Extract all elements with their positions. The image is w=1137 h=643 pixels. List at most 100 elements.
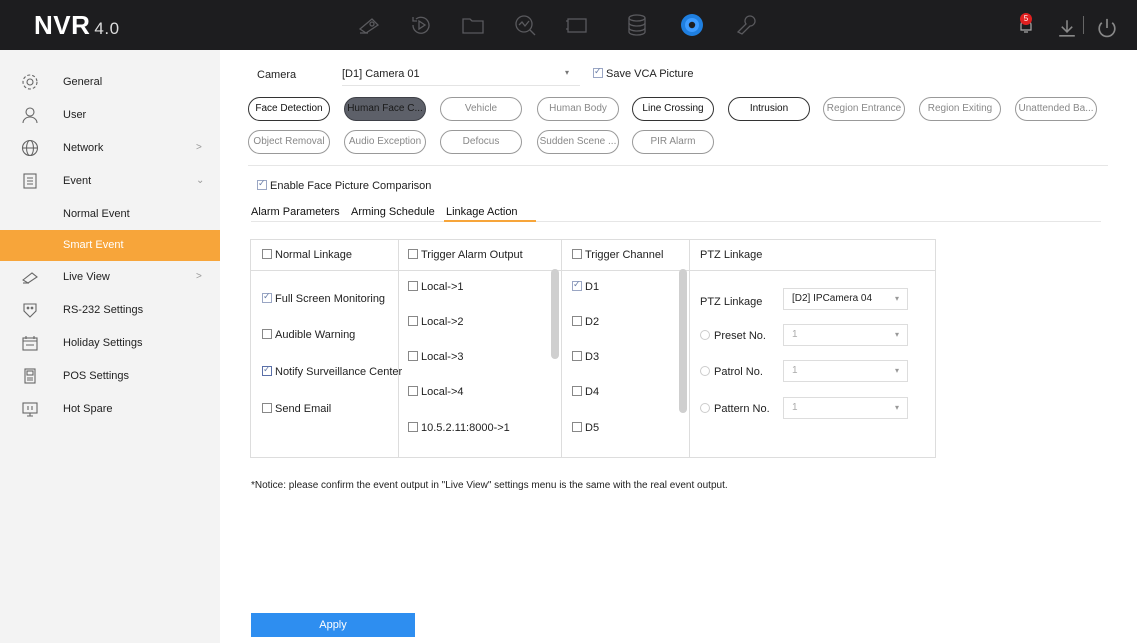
sidebar-item-general[interactable]: General [0, 66, 220, 99]
sidebar-item-smart-event[interactable]: Smart Event [0, 230, 220, 261]
pill-intrusion[interactable]: Intrusion [728, 97, 810, 121]
app-logo: NVR 4.0 [34, 10, 120, 40]
pill-unattended-baggage[interactable]: Unattended Ba... [1015, 97, 1097, 121]
checkbox-icon [593, 66, 603, 78]
trigger-channel-header[interactable]: Trigger Channel [572, 249, 663, 261]
pill-pir-alarm[interactable]: PIR Alarm [632, 130, 714, 154]
live-view-icon [21, 268, 39, 286]
trigger-alarm-output-header[interactable]: Trigger Alarm Output [408, 249, 523, 261]
tab-linkage-action[interactable]: Linkage Action [446, 206, 518, 218]
channel-d1-checkbox[interactable]: D1 [572, 279, 599, 293]
radio-icon [700, 403, 710, 413]
download-icon[interactable] [1054, 15, 1075, 37]
file-icon[interactable] [460, 12, 486, 38]
pill-face-detection[interactable]: Face Detection [248, 97, 330, 121]
power-icon[interactable] [1094, 15, 1116, 38]
trigger-channel-column: Trigger Channel D1 D2 D3 D4 D5 [562, 240, 690, 457]
pill-sudden-scene-change[interactable]: Sudden Scene ... [537, 130, 619, 154]
sidebar-item-live-view[interactable]: Live View > [0, 261, 220, 294]
checkbox-icon [262, 249, 272, 259]
ptz-linkage-value: [D2] IPCamera 04 [792, 293, 873, 304]
notice-text: *Notice: please confirm the event output… [251, 480, 728, 491]
pill-human-face-capture[interactable]: Human Face C... [344, 97, 426, 121]
enable-face-comparison-label: Enable Face Picture Comparison [270, 180, 432, 192]
column-header: Trigger Channel [562, 240, 689, 271]
network-icon [21, 139, 39, 157]
full-screen-monitoring-checkbox[interactable]: Full Screen Monitoring [262, 291, 385, 305]
notify-surveillance-center-checkbox[interactable]: Notify Surveillance Center [262, 364, 402, 378]
playback-icon[interactable] [408, 12, 434, 38]
pill-vehicle[interactable]: Vehicle [440, 97, 522, 121]
live-view-icon[interactable] [356, 12, 382, 38]
alarm-output-local-2[interactable]: Local->2 [408, 316, 464, 328]
section-divider [248, 165, 1108, 166]
rs232-icon [21, 301, 39, 319]
preset-select[interactable]: 1 ▾ [783, 324, 908, 346]
send-email-checkbox[interactable]: Send Email [262, 403, 331, 415]
alarm-output-scrollbar[interactable] [551, 269, 559, 359]
audible-warning-checkbox[interactable]: Audible Warning [262, 329, 355, 341]
sidebar-item-rs232-settings[interactable]: RS-232 Settings [0, 294, 220, 327]
save-vca-checkbox[interactable]: Save VCA Picture [593, 66, 693, 80]
pill-human-body[interactable]: Human Body [537, 97, 619, 121]
topbar-divider [1083, 16, 1084, 34]
sidebar-item-label: General [63, 76, 103, 88]
enable-face-comparison-checkbox[interactable]: Enable Face Picture Comparison [257, 178, 432, 192]
pill-region-exiting[interactable]: Region Exiting [919, 97, 1001, 121]
smart-analysis-icon[interactable] [512, 12, 538, 38]
camera-select[interactable]: [D1] Camera 01 ▾ [342, 62, 580, 86]
column-header: Trigger Alarm Output [399, 240, 561, 271]
apply-button[interactable]: Apply [251, 613, 415, 637]
channel-d5-checkbox[interactable]: D5 [572, 422, 599, 434]
checkbox-icon [408, 422, 418, 432]
pill-line-crossing[interactable]: Line Crossing [632, 97, 714, 121]
pattern-select[interactable]: 1 ▾ [783, 397, 908, 419]
channel-scrollbar[interactable] [679, 269, 687, 413]
sidebar-item-normal-event[interactable]: Normal Event [0, 198, 220, 231]
alarm-output-local-1[interactable]: Local->1 [408, 281, 464, 293]
checkbox-icon [572, 351, 582, 361]
pill-object-removal[interactable]: Object Removal [248, 130, 330, 154]
alarm-output-local-4[interactable]: Local->4 [408, 386, 464, 398]
camera-label: Camera [257, 69, 297, 81]
checkbox-icon [408, 281, 418, 291]
channel-d4-checkbox[interactable]: D4 [572, 386, 599, 398]
pill-defocus[interactable]: Defocus [440, 130, 522, 154]
channel-d3-checkbox[interactable]: D3 [572, 351, 599, 363]
maintenance-icon[interactable] [732, 12, 758, 38]
sidebar-item-holiday-settings[interactable]: Holiday Settings [0, 327, 220, 360]
storage-icon[interactable] [624, 12, 650, 38]
pill-audio-exception[interactable]: Audio Exception [344, 130, 426, 154]
ptz-linkage-select[interactable]: [D2] IPCamera 04 ▾ [783, 288, 908, 310]
pill-region-entrance[interactable]: Region Entrance [823, 97, 905, 121]
sidebar-item-label: Hot Spare [63, 403, 113, 415]
camera-icon[interactable] [564, 12, 590, 38]
chevron-down-icon: ▾ [894, 366, 899, 375]
checkbox-icon [408, 249, 418, 259]
sidebar-item-label: RS-232 Settings [63, 304, 144, 316]
pos-icon [21, 367, 39, 385]
chevron-down-icon: ⌄ [196, 175, 205, 186]
sidebar-item-event[interactable]: Event ⌄ [0, 165, 220, 198]
sidebar-item-hot-spare[interactable]: Hot Spare [0, 393, 220, 426]
pattern-radio[interactable]: Pattern No. [700, 403, 770, 415]
tab-alarm-parameters[interactable]: Alarm Parameters [251, 206, 340, 218]
patrol-radio[interactable]: Patrol No. [700, 366, 763, 378]
alarm-output-ip-1[interactable]: 10.5.2.11:8000->1 [408, 422, 510, 434]
alarm-output-local-3[interactable]: Local->3 [408, 351, 464, 363]
chevron-down-icon: ▾ [894, 403, 899, 412]
sidebar-item-network[interactable]: Network > [0, 132, 220, 165]
column-header: PTZ Linkage [690, 240, 935, 271]
tab-arming-schedule[interactable]: Arming Schedule [351, 206, 435, 218]
ptz-linkage-header: PTZ Linkage [700, 249, 763, 261]
configuration-icon[interactable] [680, 13, 704, 37]
radio-icon [700, 366, 710, 376]
preset-radio[interactable]: Preset No. [700, 330, 766, 342]
radio-icon [700, 330, 710, 340]
sidebar-item-pos-settings[interactable]: POS Settings [0, 360, 220, 393]
checkbox-icon [408, 351, 418, 361]
channel-d2-checkbox[interactable]: D2 [572, 316, 599, 328]
normal-linkage-header[interactable]: Normal Linkage [262, 249, 352, 261]
patrol-select[interactable]: 1 ▾ [783, 360, 908, 382]
sidebar-item-user[interactable]: User [0, 99, 220, 132]
